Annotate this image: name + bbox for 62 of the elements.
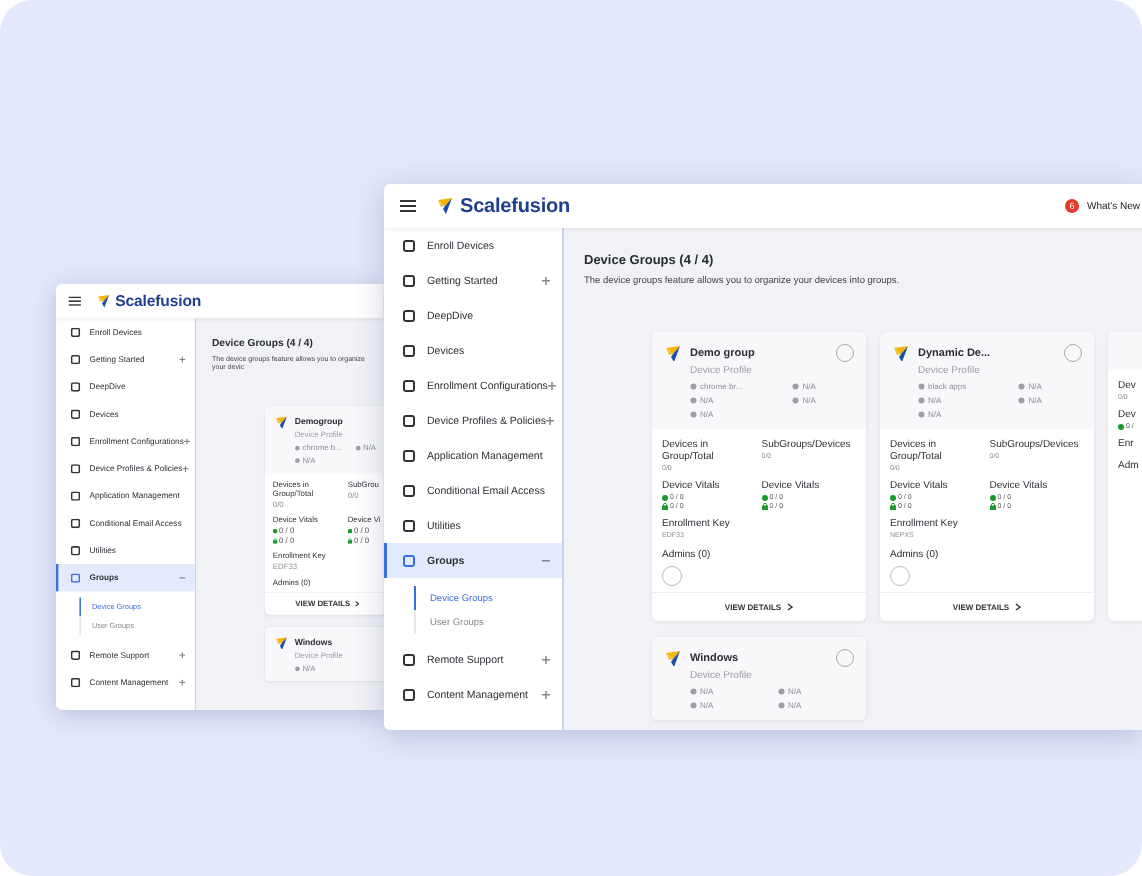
square-icon xyxy=(403,554,415,567)
lock-icon xyxy=(989,503,996,510)
wing-logo-icon xyxy=(274,636,287,650)
status-dot-icon xyxy=(347,528,353,534)
expand-icon[interactable] xyxy=(542,690,550,699)
wing-logo-icon xyxy=(436,197,454,215)
expand-icon[interactable] xyxy=(542,655,550,664)
square-icon xyxy=(403,344,415,357)
status-dot-icon xyxy=(989,494,996,501)
platform-icon xyxy=(355,445,361,451)
chevron-icon xyxy=(1015,603,1022,611)
wing-logo-icon xyxy=(96,294,111,309)
square-icon xyxy=(70,354,81,364)
square-icon xyxy=(70,409,81,419)
square-icon xyxy=(70,381,81,392)
expand-icon[interactable] xyxy=(179,679,186,686)
status-dot-icon xyxy=(890,494,896,501)
wing-logo-icon xyxy=(664,650,680,666)
lock-icon xyxy=(662,503,668,510)
status-dot-icon xyxy=(1118,423,1124,430)
chevron-icon xyxy=(787,603,794,611)
expand-icon[interactable] xyxy=(179,651,186,658)
square-icon xyxy=(403,274,415,287)
square-icon xyxy=(70,491,81,501)
square-icon xyxy=(70,463,81,474)
square-icon xyxy=(70,545,81,556)
lock-icon xyxy=(890,503,896,510)
wing-logo-icon xyxy=(892,345,908,361)
status-dot-icon xyxy=(761,494,768,501)
menu-icon xyxy=(68,296,81,306)
square-icon xyxy=(403,414,415,427)
square-icon xyxy=(403,484,415,497)
square-icon xyxy=(403,653,415,666)
square-icon xyxy=(403,239,415,252)
square-icon xyxy=(70,327,81,337)
platform-icon xyxy=(294,666,301,672)
square-icon xyxy=(70,677,81,687)
brand-name: Scalefusion xyxy=(460,194,571,218)
lock-icon xyxy=(347,538,353,544)
square-icon xyxy=(403,688,415,701)
wing-logo-icon xyxy=(664,345,680,361)
square-icon xyxy=(70,518,81,528)
square-icon xyxy=(70,573,81,583)
expand-icon[interactable] xyxy=(542,276,550,285)
expand-icon[interactable] xyxy=(546,416,555,425)
lock-icon xyxy=(761,503,768,510)
square-icon xyxy=(70,650,81,660)
wing-logo-icon xyxy=(274,415,287,429)
expand-icon[interactable] xyxy=(547,381,556,390)
lock-icon xyxy=(272,538,278,544)
menu-icon xyxy=(400,200,416,212)
status-dot-icon xyxy=(662,494,668,501)
status-dot-icon xyxy=(272,528,278,534)
square-icon xyxy=(403,449,415,462)
square-icon xyxy=(403,519,415,532)
square-icon xyxy=(403,309,415,322)
expand-icon[interactable] xyxy=(179,356,186,363)
expand-icon[interactable] xyxy=(183,438,190,445)
square-icon xyxy=(403,379,415,392)
expand-icon[interactable] xyxy=(182,465,189,472)
square-icon xyxy=(70,436,81,446)
collapse-icon[interactable] xyxy=(179,574,186,581)
